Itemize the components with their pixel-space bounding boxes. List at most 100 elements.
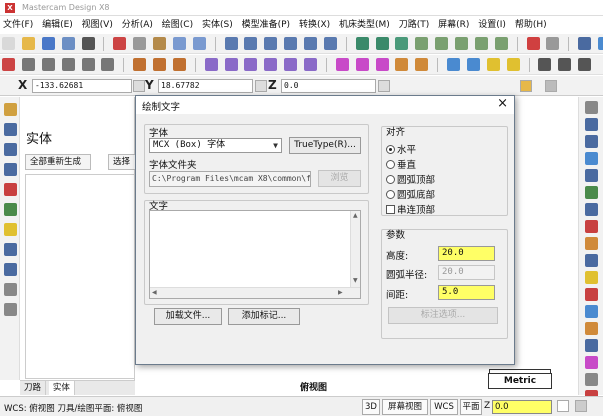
post-icon[interactable] xyxy=(4,303,17,316)
menu-machine-type[interactable]: 机床类型(M) xyxy=(336,17,393,33)
add-tag-button[interactable]: 添加标记... xyxy=(228,308,300,325)
break-icon[interactable] xyxy=(153,58,166,71)
cut-icon[interactable] xyxy=(113,37,127,50)
solid-sweep-icon[interactable] xyxy=(375,58,389,71)
plane-icon[interactable] xyxy=(526,37,540,50)
zoom-window-icon[interactable] xyxy=(244,37,258,50)
view-iso-icon[interactable] xyxy=(474,37,488,50)
print-icon[interactable] xyxy=(81,37,95,50)
view-top-icon[interactable] xyxy=(415,37,429,50)
align-arc-bottom-radio[interactable]: 圆弧底部 xyxy=(386,187,435,201)
facing-icon[interactable] xyxy=(4,243,17,256)
z-coordinate-input[interactable]: 0.0 xyxy=(281,79,376,93)
contour-icon[interactable] xyxy=(4,203,17,216)
fit-icon[interactable] xyxy=(224,37,238,50)
truetype-button[interactable]: TrueType(R)... xyxy=(289,137,361,154)
new-file-icon[interactable] xyxy=(2,37,15,50)
properties-icon[interactable] xyxy=(585,152,598,165)
open-file-icon[interactable] xyxy=(21,37,35,50)
measure-icon[interactable] xyxy=(558,58,572,71)
wireframe-icon[interactable] xyxy=(355,37,369,50)
regen-icon[interactable] xyxy=(585,305,598,318)
regenerate-all-button[interactable]: 全部重新生成 xyxy=(25,154,91,170)
solid-revolve-icon[interactable] xyxy=(355,58,369,71)
globe-icon[interactable] xyxy=(578,37,592,50)
view-front-icon[interactable] xyxy=(435,37,449,50)
menu-analyze[interactable]: 分析(A) xyxy=(119,17,156,33)
point-icon[interactable] xyxy=(2,58,15,71)
rectangle-icon[interactable] xyxy=(61,58,75,71)
note-icon[interactable] xyxy=(506,58,520,71)
load-file-button[interactable]: 加载文件... xyxy=(154,308,222,325)
attribute-icon[interactable] xyxy=(585,203,598,216)
surface-tool-icon[interactable] xyxy=(4,163,17,176)
select-button[interactable]: 选择 xyxy=(108,154,138,170)
circle-icon[interactable] xyxy=(41,58,55,71)
copy-icon[interactable] xyxy=(133,37,147,50)
menu-settings[interactable]: 设置(I) xyxy=(475,17,509,33)
scale-icon[interactable] xyxy=(264,58,278,71)
select-icon[interactable] xyxy=(4,123,17,136)
zoom-in-icon[interactable] xyxy=(264,37,278,50)
trim-icon[interactable] xyxy=(133,58,147,71)
analyze-icon[interactable] xyxy=(538,58,552,71)
scroll-down-icon[interactable]: ▼ xyxy=(353,277,358,284)
cursor-icon[interactable] xyxy=(585,101,598,114)
z-lock-icon[interactable] xyxy=(378,80,390,92)
menu-file[interactable]: 文件(F) xyxy=(0,17,36,33)
menu-create[interactable]: 绘图(C) xyxy=(159,17,196,33)
drill-icon[interactable] xyxy=(4,183,17,196)
align-vertical-radio[interactable]: 垂直 xyxy=(386,157,416,171)
solid-extrude-icon[interactable] xyxy=(335,58,349,71)
menu-solids[interactable]: 实体(S) xyxy=(199,17,236,33)
redo-icon[interactable] xyxy=(192,37,206,50)
font-folder-field[interactable]: C:\Program Files\mcam X8\common\fonts xyxy=(149,171,311,187)
view-rotate-icon[interactable] xyxy=(494,37,508,50)
sphere-icon[interactable] xyxy=(598,37,603,50)
verify-icon[interactable] xyxy=(4,263,17,276)
hide-icon[interactable] xyxy=(585,220,598,233)
grid-icon[interactable] xyxy=(545,80,557,92)
pocket-icon[interactable] xyxy=(4,223,17,236)
level-swatch-icon[interactable] xyxy=(575,400,587,412)
undo-icon[interactable] xyxy=(172,37,186,50)
highlight-icon[interactable] xyxy=(585,271,598,284)
offset-icon[interactable] xyxy=(284,58,298,71)
tool-library-icon[interactable] xyxy=(585,322,598,335)
horizontal-scrollbar[interactable]: ◀ ▶ xyxy=(150,287,360,298)
stock-icon[interactable] xyxy=(585,339,598,352)
snap-icon[interactable] xyxy=(520,80,532,92)
vertical-scrollbar[interactable]: ▲ ▼ xyxy=(350,211,360,287)
align-arc-top-radio[interactable]: 圆弧顶部 xyxy=(386,172,435,186)
solid-icon[interactable] xyxy=(4,143,17,156)
spacing-input[interactable]: 5.0 xyxy=(438,285,495,300)
screen-view-button[interactable]: 屏幕视图 xyxy=(382,399,428,415)
align-horizontal-radio[interactable]: 水平 xyxy=(386,142,416,156)
settings-icon[interactable] xyxy=(585,373,598,386)
tab-toolpaths[interactable]: 刀路 xyxy=(20,381,47,395)
3d-button[interactable]: 3D xyxy=(362,399,380,415)
menu-xform[interactable]: 转换(X) xyxy=(296,17,333,33)
view-right-icon[interactable] xyxy=(455,37,468,50)
fillet-icon[interactable] xyxy=(101,58,115,71)
menu-view[interactable]: 视图(V) xyxy=(79,17,116,33)
chain-top-checkbox[interactable]: 串连顶部 xyxy=(386,202,435,216)
shaded-icon[interactable] xyxy=(375,37,389,50)
solids-tree[interactable] xyxy=(25,174,135,379)
solid-fillet-icon[interactable] xyxy=(395,58,409,71)
color-swatch-icon[interactable] xyxy=(557,400,569,412)
z-depth-input[interactable]: 0.0 xyxy=(492,400,552,414)
menu-model-prep[interactable]: 模型准备(P) xyxy=(239,17,293,33)
dim-icon[interactable] xyxy=(585,237,598,250)
scroll-left-icon[interactable]: ◀ xyxy=(152,289,157,296)
close-icon[interactable]: × xyxy=(497,97,508,111)
save-as-icon[interactable] xyxy=(61,37,75,50)
surface-icon[interactable] xyxy=(447,58,460,71)
delete-icon[interactable] xyxy=(585,288,598,301)
hidden-line-icon[interactable] xyxy=(395,37,409,50)
rotate-icon[interactable] xyxy=(224,58,238,71)
level-icon[interactable] xyxy=(578,58,592,71)
blank-icon[interactable] xyxy=(585,254,598,267)
y-lock-icon[interactable] xyxy=(255,80,267,92)
wcs-button[interactable]: WCS xyxy=(430,399,458,415)
